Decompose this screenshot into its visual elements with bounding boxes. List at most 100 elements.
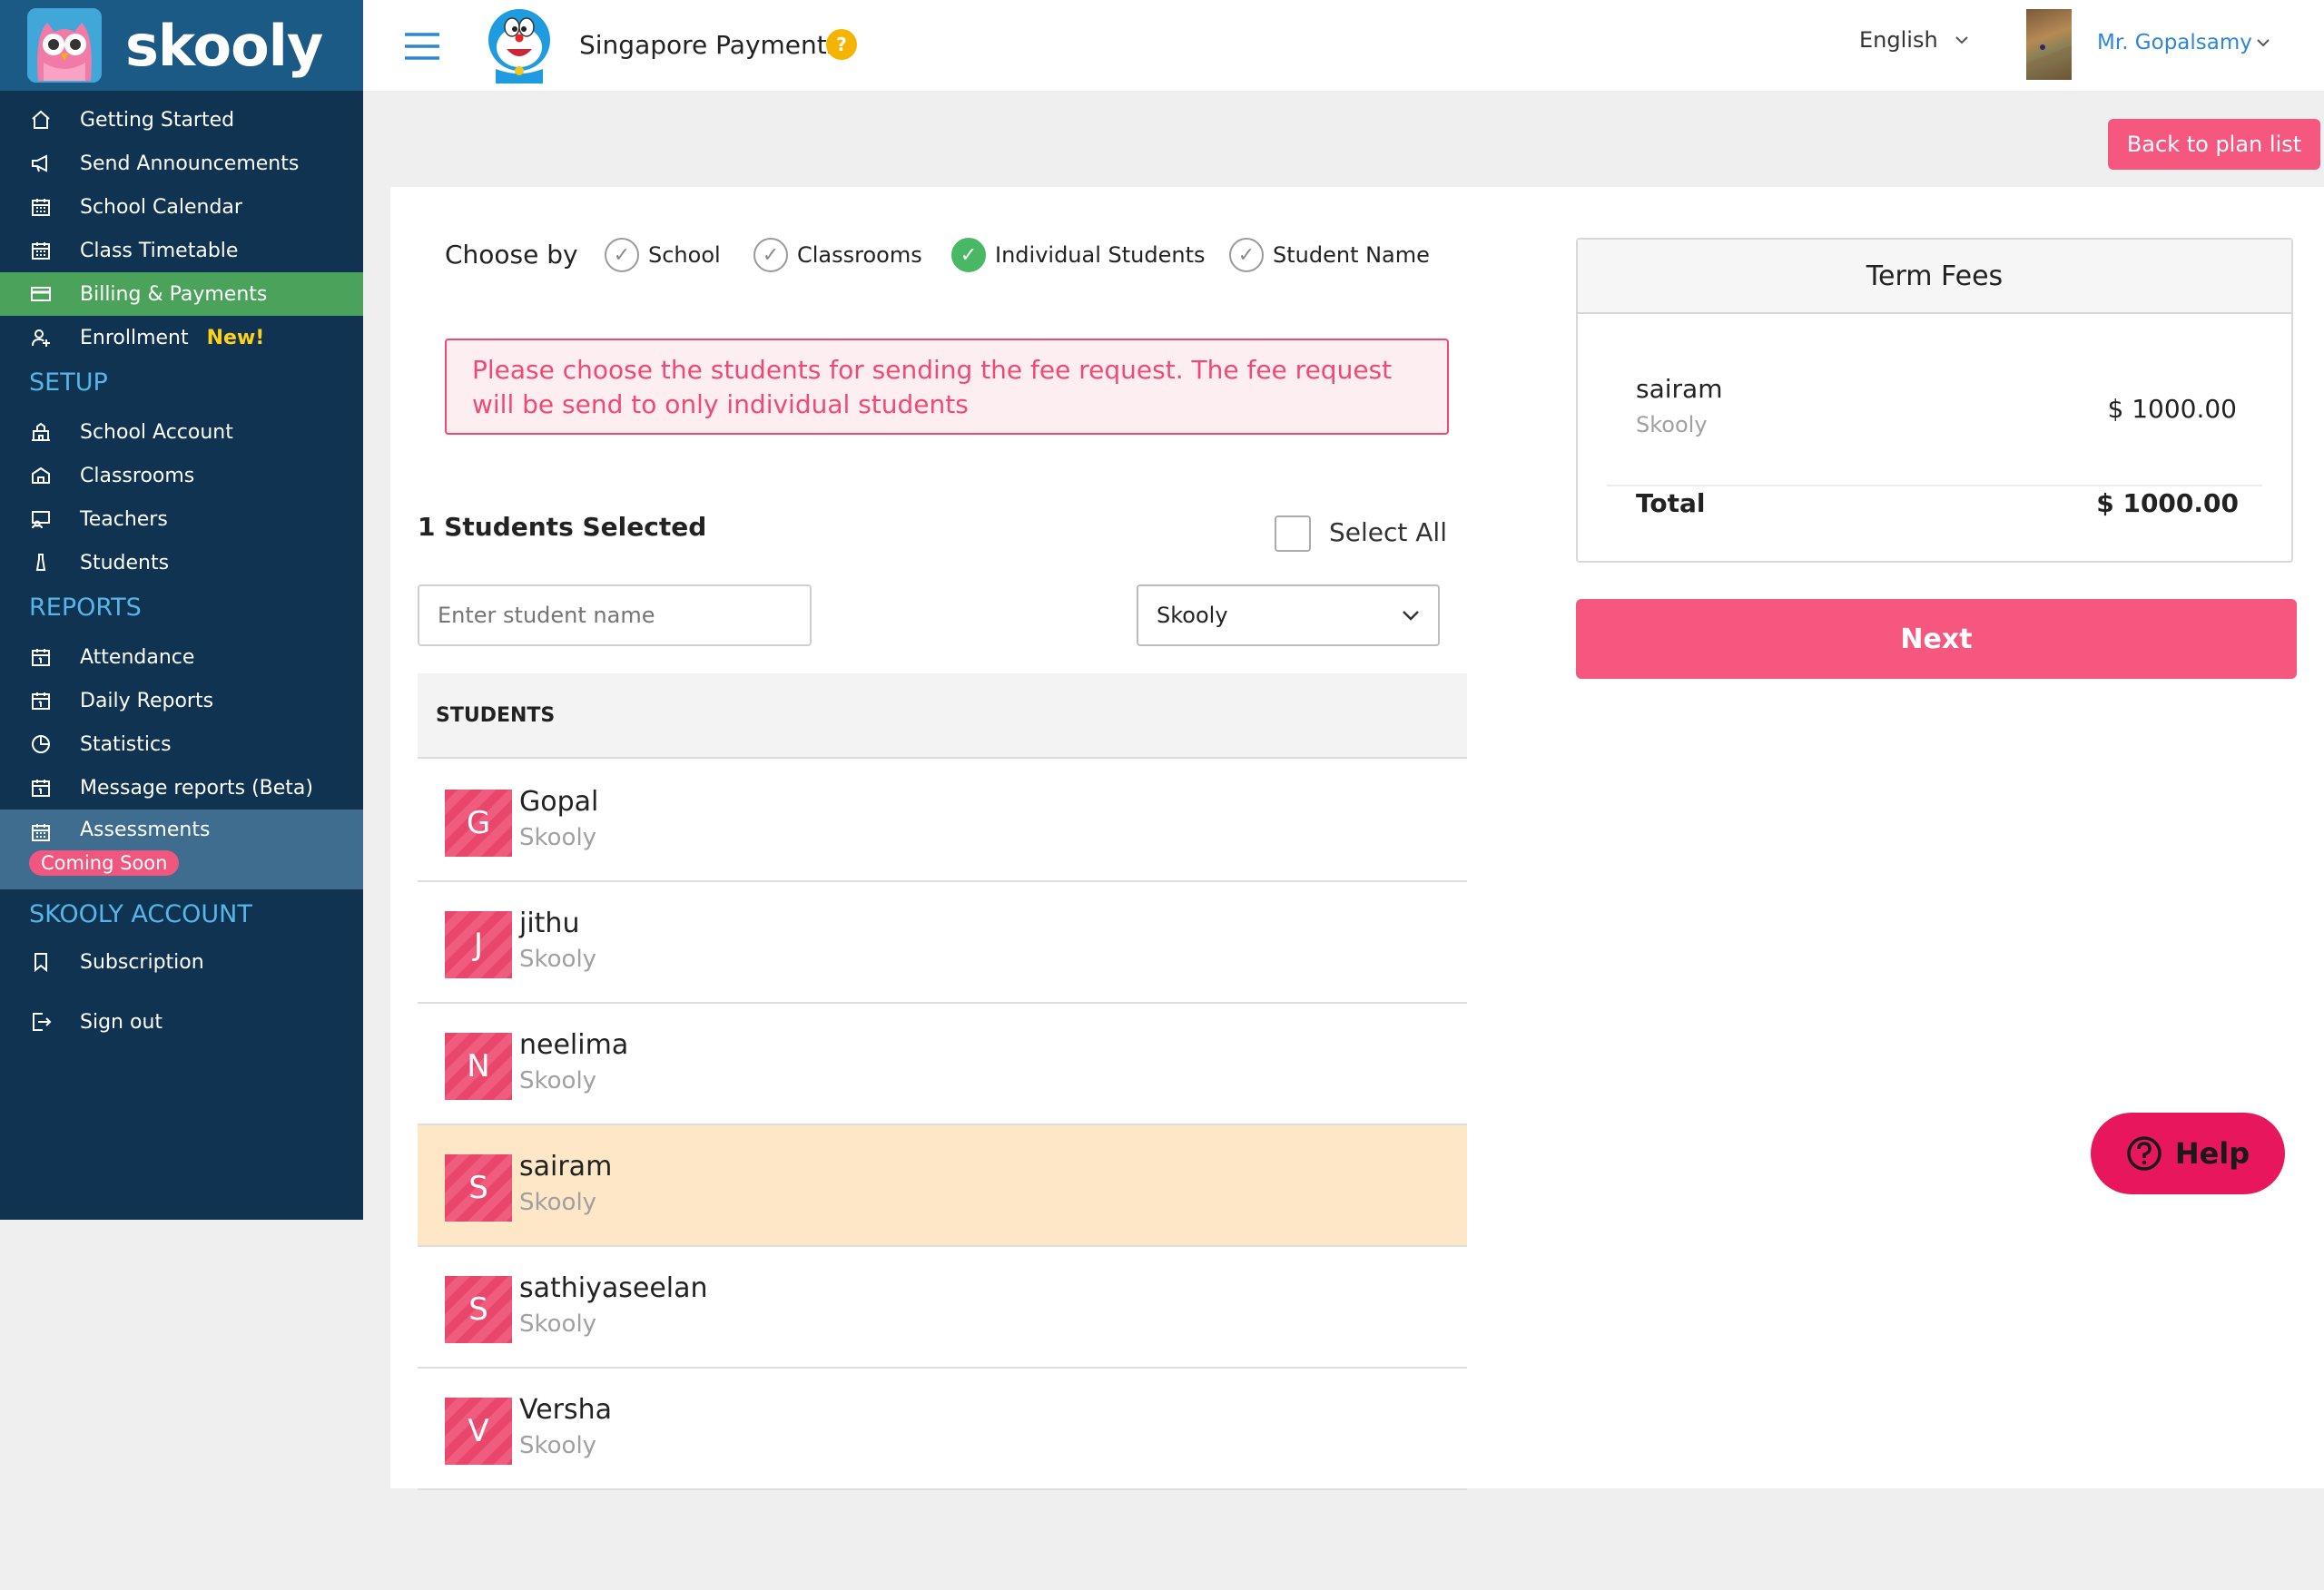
sidebar-item-label: Classrooms [80, 464, 195, 487]
sidebar-item-label: Daily Reports [80, 689, 214, 712]
app-logo-text: skooly [125, 12, 323, 79]
sidebar-item-sign-out[interactable]: Sign out [0, 1004, 363, 1040]
top-bar: Singapore Payments ? English Mr. Gopalsa… [363, 0, 2324, 91]
radio-label: Individual Students [995, 242, 1206, 268]
setup-section-title: SETUP [29, 368, 108, 397]
question-circle-icon [2126, 1135, 2162, 1172]
sidebar-item-daily-reports[interactable]: Daily Reports [0, 682, 363, 719]
radio-classrooms[interactable]: ✓ Classrooms [753, 238, 922, 272]
radio-label: School [648, 242, 721, 268]
sidebar-item-label: Sign out [80, 1010, 163, 1034]
user-name: Mr. Gopalsamy [2097, 31, 2252, 54]
sidebar-item-label: Billing & Payments [80, 282, 268, 306]
language-select[interactable]: English [1859, 27, 1969, 53]
hamburger-menu-icon[interactable] [405, 33, 439, 60]
sidebar-item-assessments[interactable]: Assessments [0, 810, 363, 889]
radio-school[interactable]: ✓ School [605, 238, 721, 272]
next-button[interactable]: Next [1576, 599, 2297, 679]
student-row[interactable]: J jithu Skooly [418, 882, 1467, 1004]
school-icon [29, 420, 53, 444]
student-school: Skooly [519, 1310, 597, 1338]
student-search-input[interactable] [418, 584, 812, 646]
sidebar-item-label: Class Timetable [80, 239, 239, 262]
total-amount: $ 1000.00 [2096, 488, 2239, 518]
help-label: Help [2174, 1136, 2250, 1171]
help-button[interactable]: Help [2091, 1113, 2285, 1194]
help-badge-icon[interactable]: ? [826, 29, 857, 60]
sidebar-item-label: Send Announcements [80, 152, 300, 175]
check-icon: ✓ [605, 238, 639, 272]
user-menu[interactable]: Mr. Gopalsamy [2097, 31, 2270, 54]
student-name: neelima [519, 1029, 629, 1061]
sidebar-item-getting-started[interactable]: Getting Started [0, 102, 363, 138]
sidebar-item-attendance[interactable]: Attendance [0, 639, 363, 675]
fee-item-amount: $ 1000.00 [2107, 394, 2237, 424]
select-all-label: Select All [1329, 517, 1447, 547]
student-school: Skooly [519, 946, 597, 973]
calendar-one-icon [29, 689, 53, 712]
info-alert: Please choose the students for sending t… [445, 339, 1449, 435]
choose-by-label: Choose by [445, 240, 578, 270]
classroom-icon [29, 464, 53, 487]
bookmark-icon [29, 950, 53, 974]
enrollment-label: Enrollment [80, 326, 189, 349]
user-avatar[interactable] [2026, 9, 2072, 80]
sidebar-item-school-calendar[interactable]: School Calendar [0, 189, 363, 225]
student-icon [29, 551, 53, 574]
sidebar-item-label: School Calendar [80, 195, 242, 219]
term-fees-title: Term Fees [1578, 240, 2291, 314]
student-initial-avatar: G [445, 790, 512, 857]
owl-logo-icon [27, 8, 102, 83]
student-initial-avatar: S [445, 1154, 512, 1222]
sidebar-item-billing-payments[interactable]: Billing & Payments [0, 272, 363, 316]
home-icon [29, 108, 53, 132]
sidebar-item-subscription[interactable]: Subscription [0, 944, 363, 980]
student-row[interactable]: G Gopal Skooly [418, 761, 1467, 882]
student-name: sairam [519, 1151, 613, 1183]
card-icon [29, 282, 53, 306]
sidebar-item-send-announcements[interactable]: Send Announcements [0, 145, 363, 182]
sidebar-item-class-timetable[interactable]: Class Timetable [0, 232, 363, 269]
calendar-one-icon [29, 776, 53, 800]
sidebar-item-classrooms[interactable]: Classrooms [0, 457, 363, 494]
school-filter-select[interactable]: Skooly [1137, 584, 1440, 646]
back-to-plan-list-button[interactable]: Back to plan list [2108, 119, 2320, 170]
school-name: Singapore Payments [579, 30, 841, 60]
student-row-selected[interactable]: S sairam Skooly [418, 1125, 1467, 1247]
student-row[interactable]: V Versha Skooly [418, 1369, 1467, 1490]
student-initial-avatar: V [445, 1398, 512, 1465]
sidebar-item-label: Attendance [80, 645, 195, 669]
sidebar-item-students[interactable]: Students [0, 545, 363, 581]
check-icon: ✓ [1229, 238, 1264, 272]
fee-item-school: Skooly [1636, 412, 1708, 437]
pie-chart-icon [29, 732, 53, 756]
sidebar-item-message-reports[interactable]: Message reports (Beta) [0, 770, 363, 806]
sidebar-item-school-account[interactable]: School Account [0, 414, 363, 450]
student-row[interactable]: S sathiyaseelan Skooly [418, 1247, 1467, 1369]
sidebar-item-enrollment[interactable]: Enrollment New! [0, 319, 363, 356]
teacher-icon [29, 507, 53, 531]
user-plus-icon [29, 326, 53, 349]
total-label: Total [1636, 488, 1706, 518]
sidebar-item-label: Subscription [80, 950, 204, 974]
chevron-down-icon [1955, 35, 1969, 44]
chevron-down-icon [2256, 38, 2270, 47]
check-icon: ✓ [753, 238, 788, 272]
select-all-checkbox[interactable] [1275, 515, 1311, 552]
sidebar-item-label: School Account [80, 420, 233, 444]
term-fees-panel: Term Fees sairam Skooly $ 1000.00 Total … [1576, 238, 2293, 563]
student-row[interactable]: N neelima Skooly [418, 1004, 1467, 1125]
radio-student-name[interactable]: ✓ Student Name [1229, 238, 1430, 272]
calendar-icon [29, 820, 53, 844]
calendar-one-icon [29, 645, 53, 669]
students-table-header: STUDENTS [418, 673, 1467, 759]
school-filter-value: Skooly [1157, 603, 1228, 628]
radio-individual-students[interactable]: ✓ Individual Students [951, 238, 1206, 272]
account-section-title: SKOOLY ACCOUNT [29, 900, 252, 928]
student-name: sathiyaseelan [519, 1272, 708, 1304]
sidebar-item-statistics[interactable]: Statistics [0, 726, 363, 762]
student-name: jithu [519, 908, 580, 939]
sidebar-item-teachers[interactable]: Teachers [0, 501, 363, 537]
selected-count: 1 Students Selected [418, 512, 707, 542]
student-school: Skooly [519, 1189, 597, 1216]
